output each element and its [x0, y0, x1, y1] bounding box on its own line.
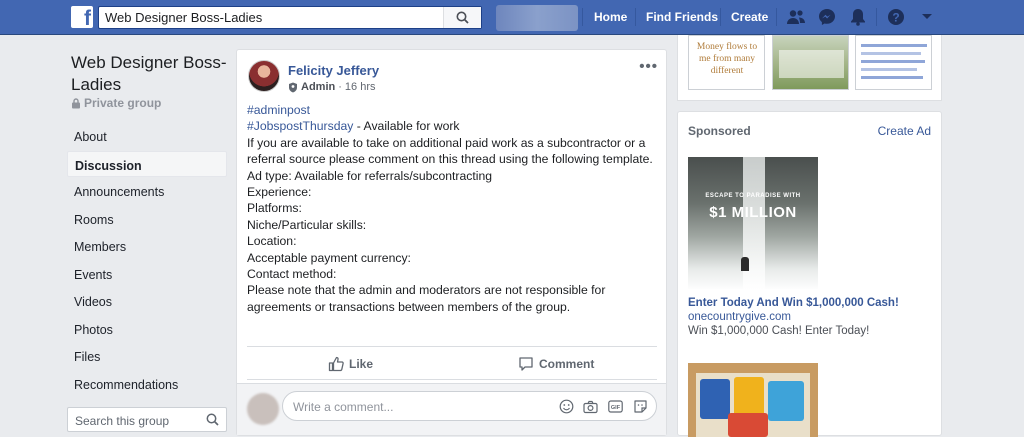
post-line: If you are available to take on addition… [247, 135, 653, 167]
camera-icon[interactable] [583, 399, 598, 414]
like-label: Like [349, 357, 374, 371]
menu-item-discussion[interactable]: Discussion [67, 151, 227, 177]
menu-item-announcements[interactable]: Announcements [67, 178, 227, 204]
admin-shield-icon [289, 82, 297, 92]
post-timestamp[interactable]: 16 hrs [345, 81, 376, 93]
menu-item-videos[interactable]: Videos [67, 288, 227, 314]
post-line: Location: [247, 234, 297, 249]
help-icon[interactable]: ? [887, 8, 905, 26]
find-friends-link[interactable]: Find Friends [646, 10, 718, 24]
post-line: Contact method: [247, 267, 337, 282]
top-navigation-bar: f Web Designer Boss-Ladies Home Find Fri… [0, 0, 1024, 35]
photo-thumbnail[interactable] [855, 35, 932, 90]
svg-text:GIF: GIF [611, 405, 621, 411]
comment-label: Comment [539, 357, 595, 371]
ad-image-waterfall[interactable]: ESCAPE TO PARADISE WITH $1 MILLION [688, 157, 818, 289]
search-input[interactable]: Web Designer Boss-Ladies [105, 10, 262, 25]
hashtag-jobspostthursday[interactable]: #JobspostThursday [247, 119, 353, 133]
privacy-label: Private group [84, 96, 162, 110]
post-line: Ad type: Available for referrals/subcont… [247, 168, 493, 183]
post-line: Platforms: [247, 201, 302, 216]
comment-composer: Write a comment... GIF [237, 383, 666, 435]
group-title[interactable]: Web Designer Boss-Ladies [71, 52, 231, 96]
post-actions: Like Comment [247, 346, 657, 380]
author-role: Admin [301, 81, 336, 93]
menu-item-about[interactable]: About [67, 123, 227, 149]
author-avatar[interactable] [248, 60, 280, 92]
post-meta: Admin · 16 hrs [288, 81, 375, 93]
post-line: Acceptable payment currency: [247, 250, 411, 265]
group-photos-preview: Money flows to me from many different [677, 35, 942, 101]
home-link[interactable]: Home [594, 10, 627, 24]
ad-description: Win $1,000,000 Cash! Enter Today! [688, 325, 870, 337]
ad-image-box[interactable] [688, 363, 818, 437]
thumbs-up-icon [328, 356, 344, 372]
photo-thumbnail[interactable]: Money flows to me from many different [688, 35, 765, 90]
ad-image-headline: $1 MILLION [709, 204, 797, 221]
facebook-logo[interactable]: f [71, 6, 93, 28]
menu-item-files[interactable]: Files [67, 343, 227, 369]
create-link[interactable]: Create [731, 10, 768, 24]
like-button[interactable]: Like [328, 356, 373, 372]
group-privacy: Private group [71, 96, 161, 110]
post-line: Please note that the admin and moderator… [247, 283, 606, 314]
comment-bubble-icon [519, 357, 533, 371]
comment-placeholder: Write a comment... [293, 400, 394, 414]
post-body: #adminpost #JobspostThursday - Available… [247, 102, 663, 315]
search-bar[interactable]: Web Designer Boss-Ladies [98, 6, 482, 29]
group-search-placeholder: Search this group [75, 414, 170, 428]
messenger-icon[interactable] [818, 8, 836, 26]
sponsored-heading: Sponsored [688, 124, 751, 138]
search-icon [206, 413, 219, 426]
more-options-icon[interactable]: ••• [639, 58, 658, 75]
photo-thumbnail[interactable] [772, 35, 849, 90]
menu-item-photos[interactable]: Photos [67, 316, 227, 342]
thumbnail-quote: Money flows to me from many different [696, 42, 758, 76]
menu-item-recommendations[interactable]: Recommendations [67, 371, 227, 397]
menu-item-events[interactable]: Events [67, 261, 227, 287]
group-search-input[interactable]: Search this group [67, 407, 227, 432]
post-subtitle: - Available for work [353, 119, 460, 134]
menu-item-members[interactable]: Members [67, 233, 227, 259]
create-ad-link[interactable]: Create Ad [878, 124, 931, 138]
friend-requests-icon[interactable] [787, 8, 805, 26]
meta-separator: · [338, 81, 342, 93]
viewer-avatar-blurred [247, 393, 279, 425]
group-post: Felicity Jeffery Admin · 16 hrs ••• #adm… [236, 49, 667, 436]
ad-title-link[interactable]: Enter Today And Win $1,000,000 Cash! [688, 297, 899, 309]
comment-button[interactable]: Comment [518, 356, 594, 372]
post-line: Niche/Particular skills: [247, 217, 367, 232]
lock-icon [72, 97, 80, 108]
sticker-icon[interactable] [633, 399, 648, 414]
author-name[interactable]: Felicity Jeffery [288, 63, 379, 78]
emoji-icon[interactable] [559, 399, 574, 414]
ad-image-subtext: ESCAPE TO PARADISE WITH [705, 193, 801, 199]
account-menu-chevron-icon[interactable] [918, 8, 936, 26]
hashtag-adminpost[interactable]: #adminpost [247, 103, 310, 117]
sponsored-panel: Sponsored Create Ad ESCAPE TO PARADISE W… [677, 111, 942, 437]
search-button[interactable] [443, 7, 481, 28]
menu-item-rooms[interactable]: Rooms [67, 206, 227, 232]
profile-link-blurred[interactable] [496, 5, 578, 31]
ad-url-link[interactable]: onecountrygive.com [688, 311, 791, 323]
comment-input[interactable]: Write a comment... GIF [282, 391, 657, 421]
gif-icon[interactable]: GIF [608, 399, 623, 414]
post-line: Experience: [247, 185, 312, 200]
svg-text:?: ? [892, 11, 899, 25]
search-icon [456, 11, 469, 24]
notifications-bell-icon[interactable] [849, 8, 867, 26]
